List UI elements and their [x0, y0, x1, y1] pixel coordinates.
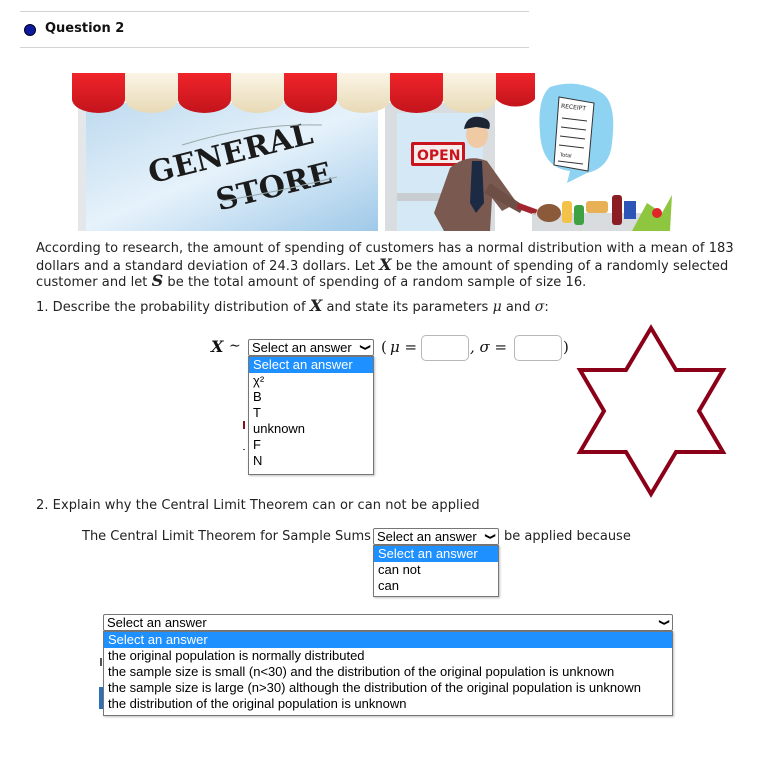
background-artifact — [100, 658, 102, 666]
problem-text: be the amount of spending of a randomly … — [391, 259, 729, 274]
chevron-down-icon: ❯ — [359, 344, 371, 351]
reason-option[interactable]: the original population is normally dist… — [104, 648, 672, 664]
variable-x: X — [309, 296, 323, 315]
close-paren: ) — [563, 338, 569, 356]
question-status-icon — [24, 24, 36, 36]
top-divider — [20, 11, 529, 12]
select-value: Select an answer — [107, 615, 207, 630]
distribution-select[interactable]: Select an answer ❯ — [248, 339, 374, 356]
sigma-equals-text: , σ = — [470, 338, 508, 356]
reason-listbox[interactable]: Select an answer the original population… — [103, 631, 673, 716]
problem-text: dollars and a standard deviation of 24.3… — [36, 259, 380, 274]
receipt-bubble: RECEIPT Total — [539, 83, 614, 183]
prompt-text: 1. Describe the probability distribution… — [36, 300, 310, 315]
reason-select[interactable]: Select an answer ❯ — [103, 614, 673, 631]
open-paren: ( — [381, 338, 387, 356]
part1-prompt: 1. Describe the probability distribution… — [36, 298, 549, 316]
distribution-option[interactable]: T — [249, 405, 373, 421]
distribution-option[interactable]: F — [249, 437, 373, 453]
reason-option[interactable]: Select an answer — [104, 632, 672, 648]
clt-can-option[interactable]: can — [374, 578, 498, 594]
dist-variable: X — [211, 337, 224, 356]
clt-sentence-start: The Central Limit Theorem for Sample Sum… — [82, 529, 371, 544]
shopping-cart — [516, 195, 672, 231]
clt-can-option[interactable]: Select an answer — [374, 546, 498, 562]
mu-equals-label: μ = — [390, 338, 417, 356]
background-artifact — [243, 421, 245, 429]
variable-s: S — [151, 271, 164, 290]
select-value: Select an answer — [377, 529, 477, 544]
reason-option[interactable]: the sample size is small (n<30) and the … — [104, 664, 672, 680]
distribution-option[interactable]: B — [249, 389, 373, 405]
svg-text:OPEN: OPEN — [417, 148, 460, 164]
select-value: Select an answer — [252, 340, 352, 355]
mu-equals-text: μ = — [390, 338, 418, 356]
prompt-text: and state its parameters — [322, 300, 493, 315]
sigma-symbol: σ — [534, 299, 545, 315]
chevron-down-icon: ❯ — [484, 533, 496, 540]
mu-input[interactable] — [421, 335, 469, 361]
background-artifact — [243, 449, 245, 450]
star-outline — [576, 324, 727, 498]
window-frame-left — [78, 103, 86, 231]
awning — [72, 73, 535, 113]
clt-can-select[interactable]: Select an answer ❯ — [373, 528, 499, 545]
distribution-option[interactable]: N — [249, 453, 373, 469]
store-illustration: GENERAL STORE OPEN RECEIPT Total — [72, 73, 682, 231]
mu-symbol: μ — [492, 299, 502, 315]
clt-can-listbox[interactable]: Select an answer can not can — [373, 545, 499, 597]
distribution-option[interactable]: Select an answer — [249, 357, 373, 373]
store-illustration-svg: GENERAL STORE OPEN RECEIPT Total — [72, 73, 672, 231]
reason-option[interactable]: the distribution of the original populat… — [104, 696, 672, 712]
clt-can-option[interactable]: can not — [374, 562, 498, 578]
distribution-listbox[interactable]: Select an answer χ² B T unknown F N — [248, 356, 374, 475]
chevron-down-icon: ❯ — [658, 619, 670, 626]
tilde-symbol: ∼ — [229, 338, 241, 354]
problem-text: According to research, the amount of spe… — [36, 241, 734, 256]
clt-sentence-end: be applied because — [504, 529, 631, 544]
star-icon — [576, 324, 727, 498]
distribution-option[interactable]: χ² — [249, 373, 373, 389]
sigma-input[interactable] — [514, 335, 562, 361]
problem-line-3: customer and let S be the total amount o… — [36, 273, 586, 291]
part2-prompt: 2. Explain why the Central Limit Theorem… — [36, 498, 480, 513]
question-title: Question 2 — [45, 21, 125, 36]
prompt-text: : — [544, 300, 549, 315]
prompt-text: and — [501, 300, 535, 315]
header-divider — [20, 47, 529, 48]
variable-x: X — [379, 255, 392, 274]
reason-option[interactable]: the sample size is large (n>30) although… — [104, 680, 672, 696]
sigma-equals-label: , σ = — [470, 338, 507, 356]
problem-text: customer and let — [36, 275, 152, 290]
problem-text: be the total amount of spending of a ran… — [163, 275, 587, 290]
open-sign: OPEN — [411, 142, 465, 166]
distribution-option[interactable]: unknown — [249, 421, 373, 437]
